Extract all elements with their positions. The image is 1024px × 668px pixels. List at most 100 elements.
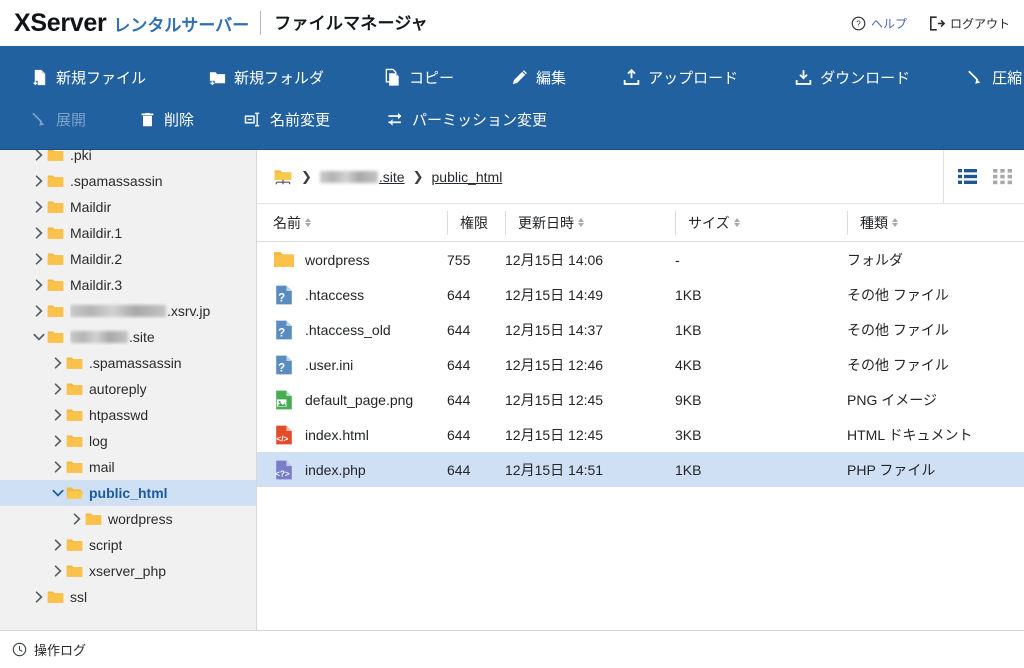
folder-icon — [47, 303, 64, 320]
download-button[interactable]: ダウンロード — [792, 63, 912, 92]
chevron-right-icon[interactable] — [69, 513, 85, 525]
copy-button[interactable]: コピー — [381, 63, 456, 92]
breadcrumb-separator: ❯ — [301, 168, 312, 184]
cell-date: 12月15日 12:45 — [505, 391, 604, 408]
unknown-file-icon: ? — [273, 354, 295, 376]
chevron-right-icon[interactable] — [31, 150, 47, 161]
table-row[interactable]: <?> index.php 644 12月15日 14:51 1KB PHP ファイル — [257, 452, 1024, 487]
tree-item-htpasswd[interactable]: htpasswd — [0, 402, 256, 428]
breadcrumb-item-site[interactable]: .site — [319, 169, 405, 185]
toolbar-row-primary: 新規ファイル 新規フォルダ コピー 編集 アップロード ダウンロード 圧縮 — [14, 56, 1022, 98]
cell-permission: 755 — [447, 251, 471, 268]
new-folder-button[interactable]: 新規フォルダ — [206, 63, 326, 92]
chevron-right-icon[interactable] — [50, 435, 66, 447]
table-row[interactable]: </> index.html 644 12月15日 12:45 3KB HTML ドキュメ… — [257, 417, 1024, 452]
rename-button[interactable]: 名前変更 — [242, 105, 332, 134]
tree-item-label: Maildir.2 — [70, 251, 122, 267]
svg-text:?: ? — [856, 19, 861, 28]
chevron-right-icon[interactable] — [50, 539, 66, 551]
table-row[interactable]: default_page.png 644 12月15日 12:45 9KB PNG イメ… — [257, 382, 1024, 417]
tree-item-pki[interactable]: .pki — [0, 150, 256, 168]
chevron-right-icon[interactable] — [31, 591, 47, 603]
logout-link[interactable]: ログアウト — [929, 15, 1010, 32]
tree-item-xsrv-jp[interactable]: .xsrv.jp — [0, 298, 256, 324]
tree-item-maildir-1[interactable]: Maildir.1 — [0, 220, 256, 246]
tree-item-ssl[interactable]: ssl — [0, 584, 256, 610]
compress-button[interactable]: 圧縮 — [964, 63, 1024, 92]
chevron-right-icon[interactable] — [31, 227, 47, 239]
chevron-right-icon[interactable] — [31, 201, 47, 213]
tree-item-wordpress[interactable]: wordpress — [0, 506, 256, 532]
column-header-type[interactable]: 種類 — [847, 210, 1024, 235]
tree-item-autoreply[interactable]: autoreply — [0, 376, 256, 402]
operation-log-label[interactable]: 操作ログ — [34, 640, 86, 659]
tree-item-spamassassin[interactable]: .spamassassin — [0, 168, 256, 194]
tree-item-label: Maildir.3 — [70, 277, 122, 293]
tree-item-maildir-3[interactable]: Maildir.3 — [0, 272, 256, 298]
folder-icon — [47, 277, 64, 294]
column-header-date[interactable]: 更新日時 — [505, 210, 675, 235]
help-link[interactable]: ? ヘルプ — [851, 15, 907, 32]
sort-arrows-icon — [733, 218, 740, 227]
chevron-down-icon[interactable] — [31, 333, 47, 342]
tree-item-log[interactable]: log — [0, 428, 256, 454]
breadcrumb-item-public-html[interactable]: public_html — [432, 169, 503, 185]
brand-name: XServer — [14, 8, 107, 37]
file-name-label: .htaccess — [305, 286, 365, 303]
extract-button[interactable]: 展開 — [28, 105, 88, 134]
new-folder-icon — [208, 68, 227, 87]
folder-icon — [85, 511, 102, 528]
chevron-right-icon[interactable] — [31, 175, 47, 187]
table-row[interactable]: ? .htaccess 644 12月15日 14:49 1KB その他 ファイル — [257, 277, 1024, 312]
logout-label: ログアウト — [949, 16, 1010, 31]
table-row[interactable]: wordpress 755 12月15日 14:06 - フォルダ — [257, 242, 1024, 277]
chevron-right-icon[interactable] — [50, 565, 66, 577]
edit-button[interactable]: 編集 — [508, 63, 568, 92]
cell-name: <?> index.php — [273, 452, 447, 487]
chevron-right-icon[interactable] — [50, 383, 66, 395]
column-header-name[interactable]: 名前 — [273, 211, 447, 235]
grid-view-icon[interactable] — [993, 168, 1012, 185]
column-header-permission[interactable]: 権限 — [447, 210, 505, 235]
chevron-right-icon[interactable] — [31, 279, 47, 291]
sort-arrows-icon — [578, 218, 584, 227]
svg-text:?: ? — [278, 327, 285, 339]
column-header-size[interactable]: サイズ — [675, 210, 847, 235]
sort-arrows-icon — [305, 218, 311, 227]
download-icon — [794, 68, 813, 87]
chevron-right-icon[interactable] — [50, 357, 66, 369]
new-file-button[interactable]: 新規ファイル — [28, 63, 148, 92]
tree-item-script[interactable]: script — [0, 532, 256, 558]
folder-icon — [66, 381, 83, 398]
chevron-right-icon[interactable] — [31, 253, 47, 265]
server-folder-icon[interactable] — [273, 168, 293, 186]
folder-icon — [47, 589, 64, 606]
tree-item-xserver_php[interactable]: xserver_php — [0, 558, 256, 584]
table-row[interactable]: ? .htaccess_old 644 12月15日 14:37 1KB その他 ファイル — [257, 312, 1024, 347]
chevron-down-icon[interactable] — [50, 489, 66, 498]
permission-icon — [386, 110, 405, 129]
delete-button[interactable]: 削除 — [136, 105, 196, 134]
body-region: .pki .spamassassin Maildir Maildir.1 Maildir… — [0, 149, 1024, 630]
folder-icon — [66, 563, 83, 580]
tree-item-label: htpasswd — [89, 407, 148, 423]
upload-button[interactable]: アップロード — [620, 63, 740, 92]
chevron-right-icon[interactable] — [50, 461, 66, 473]
cell-name: default_page.png — [273, 382, 447, 417]
list-view-icon[interactable] — [958, 168, 977, 185]
unknown-file-icon: ? — [273, 319, 295, 341]
svg-text:?: ? — [278, 292, 285, 304]
tree-item-site[interactable]: .site — [0, 324, 256, 350]
tree-item-spamassassin[interactable]: .spamassassin — [0, 350, 256, 376]
table-row[interactable]: ? .user.ini 644 12月15日 12:46 4KB その他 ファイル — [257, 347, 1024, 382]
chevron-right-icon[interactable] — [50, 409, 66, 421]
tree-item-maildir-2[interactable]: Maildir.2 — [0, 246, 256, 272]
permission-button[interactable]: パーミッション変更 — [384, 105, 549, 134]
directory-tree-sidebar[interactable]: .pki .spamassassin Maildir Maildir.1 Maildir… — [0, 150, 256, 630]
tree-item-public_html[interactable]: public_html — [0, 480, 256, 506]
tree-item-maildir[interactable]: Maildir — [0, 194, 256, 220]
tree-item-text: ssl — [70, 589, 88, 605]
tree-item-mail[interactable]: mail — [0, 454, 256, 480]
chevron-right-icon[interactable] — [31, 305, 47, 317]
new-file-icon — [30, 68, 49, 87]
